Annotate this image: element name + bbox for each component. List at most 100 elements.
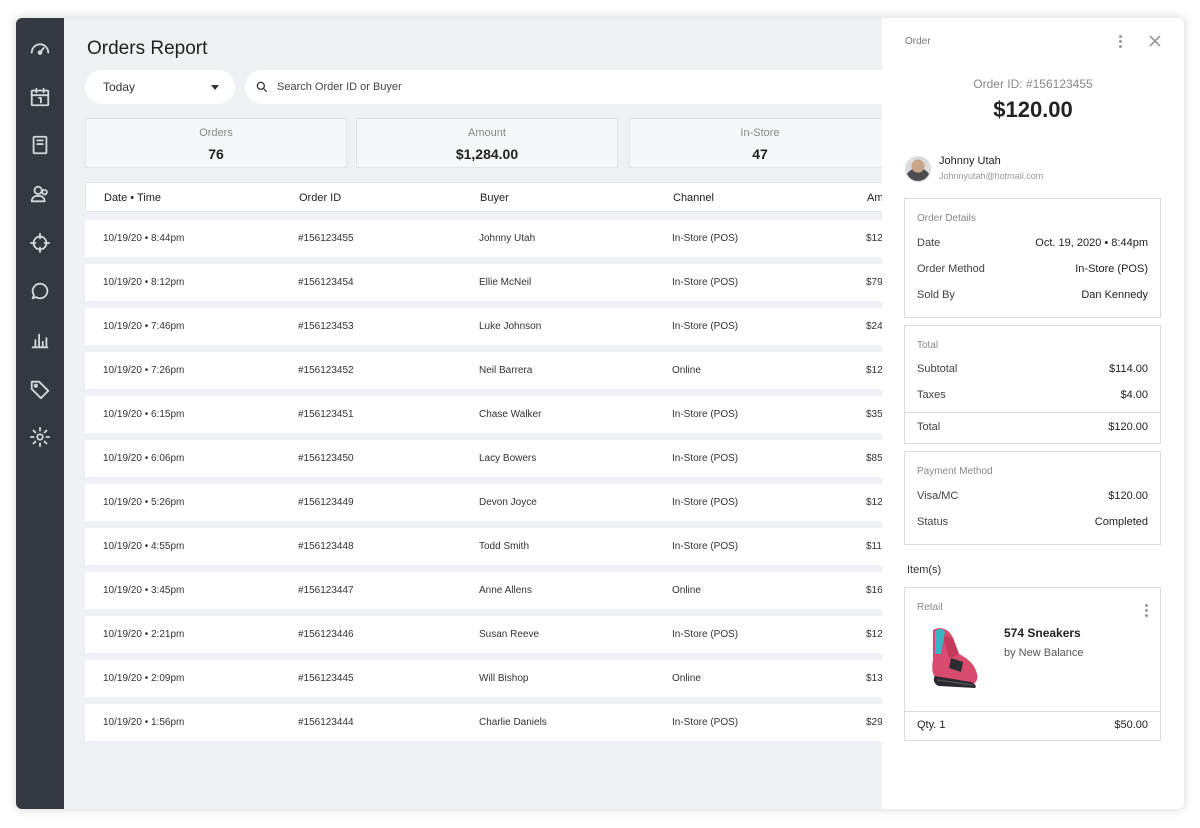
row-amount: $12 [866, 233, 882, 244]
table-row[interactable]: 10/19/20 • 4:55pm #156123448 Todd Smith … [85, 528, 882, 565]
row-datetime: 10/19/20 • 2:09pm [103, 673, 185, 684]
date-filter-value: Today [103, 80, 136, 94]
table-row[interactable]: 10/19/20 • 7:26pm #156123452 Neil Barrer… [85, 352, 882, 389]
row-datetime: 10/19/20 • 2:21pm [103, 629, 185, 640]
table-row[interactable]: 10/19/20 • 2:21pm #156123446 Susan Reeve… [85, 616, 882, 653]
row-amount: $12 [866, 365, 882, 376]
item-qty-row: Qty. 1 $50.00 [917, 719, 1148, 731]
search-bar[interactable] [245, 70, 882, 104]
order-detail-panel: Order Order ID: #156123455 $120.00 Johnn… [882, 18, 1184, 809]
payment-value: $120.00 [1108, 490, 1148, 502]
dashboard-icon[interactable] [28, 36, 52, 60]
total-label: Taxes [917, 389, 946, 401]
app-window: Orders Report Today Orders 76 Amount $1,… [16, 18, 1184, 809]
total-value: $120.00 [1108, 421, 1148, 433]
row-order-id: #156123445 [298, 673, 354, 684]
stat-value: $1,284.00 [455, 146, 519, 162]
sidebar [16, 18, 64, 809]
row-buyer: Susan Reeve [479, 629, 540, 640]
table-row[interactable]: 10/19/20 • 8:44pm #156123455 Johnny Utah… [85, 220, 882, 257]
payment-method-box: Payment Method Visa/MC $120.00 Status Co… [904, 451, 1161, 545]
panel-title: Order [905, 36, 931, 47]
page-title: Orders Report [87, 38, 208, 59]
table-row[interactable]: 10/19/20 • 6:06pm #156123450 Lacy Bowers… [85, 440, 882, 477]
detail-label: Sold By [917, 289, 955, 301]
table-row[interactable]: 10/19/20 • 2:09pm #156123445 Will Bishop… [85, 660, 882, 697]
crosshair-icon[interactable] [28, 231, 52, 255]
stat-label: Orders [199, 127, 233, 139]
row-order-id: #156123452 [298, 365, 354, 376]
row-order-id: #156123449 [298, 497, 354, 508]
column-header-channel[interactable]: Channel [673, 192, 714, 204]
divider [905, 412, 1160, 413]
row-channel: In-Store (POS) [672, 541, 739, 552]
close-icon[interactable] [1148, 34, 1162, 48]
section-heading: Order Details [917, 213, 976, 224]
stat-label: Amount [468, 127, 506, 139]
row-amount: $79 [866, 277, 882, 288]
detail-row-method: Order Method In-Store (POS) [917, 263, 1148, 275]
row-buyer: Will Bishop [479, 673, 529, 684]
detail-value: Oct. 19, 2020 • 8:44pm [1035, 237, 1148, 249]
buyer-name: Johnny Utah [939, 155, 1001, 167]
table-row[interactable]: 10/19/20 • 5:26pm #156123449 Devon Joyce… [85, 484, 882, 521]
buyer-email[interactable]: Johnnyutah@hotmail.com [939, 171, 1043, 181]
order-total: $120.00 [993, 97, 1073, 122]
row-buyer: Ellie McNeil [479, 277, 532, 288]
row-order-id: #156123444 [298, 717, 354, 728]
stat-label: In-Store [740, 127, 780, 139]
row-amount: $13 [866, 673, 882, 684]
bar-chart-icon[interactable] [28, 328, 52, 352]
section-heading: Payment Method [917, 466, 993, 477]
row-buyer: Anne Allens [479, 585, 532, 596]
users-icon[interactable] [28, 182, 52, 206]
row-buyer: Luke Johnson [479, 321, 542, 332]
chat-icon[interactable] [28, 279, 52, 303]
row-order-id: #156123453 [298, 321, 354, 332]
item-price: $50.00 [1114, 719, 1148, 731]
row-buyer: Chase Walker [479, 409, 542, 420]
column-header-amount[interactable]: Am [867, 192, 882, 204]
column-header-datetime[interactable]: Date • Time [104, 192, 161, 204]
payment-label: Status [917, 516, 949, 528]
row-datetime: 10/19/20 • 6:15pm [103, 409, 185, 420]
item-more-options-icon[interactable] [1143, 602, 1149, 618]
row-channel: In-Store (POS) [672, 453, 739, 464]
date-filter-select[interactable]: Today [85, 70, 235, 104]
item-card[interactable]: Retail 574 Sneakers by New Balance Qty. … [904, 587, 1161, 741]
stat-value: 76 [208, 146, 224, 162]
table-row[interactable]: 10/19/20 • 8:12pm #156123454 Ellie McNei… [85, 264, 882, 301]
table-row[interactable]: 10/19/20 • 6:15pm #156123451 Chase Walke… [85, 396, 882, 433]
divider [905, 711, 1160, 712]
row-order-id: #156123451 [298, 409, 354, 420]
detail-label: Order Method [917, 263, 985, 275]
tag-icon[interactable] [28, 377, 52, 401]
row-amount: $85 [866, 453, 882, 464]
row-channel: In-Store (POS) [672, 629, 739, 640]
row-order-id: #156123447 [298, 585, 354, 596]
row-channel: Online [672, 585, 701, 596]
more-options-icon[interactable] [1114, 32, 1126, 50]
total-row-total: Total $120.00 [917, 421, 1148, 433]
row-datetime: 10/19/20 • 7:46pm [103, 321, 185, 332]
table-row[interactable]: 10/19/20 • 7:46pm #156123453 Luke Johnso… [85, 308, 882, 345]
row-channel: In-Store (POS) [672, 321, 739, 332]
column-header-order-id[interactable]: Order ID [299, 192, 341, 204]
payment-label: Visa/MC [917, 490, 959, 502]
book-icon[interactable] [28, 133, 52, 157]
gear-icon[interactable] [28, 425, 52, 449]
row-channel: Online [672, 673, 701, 684]
search-input[interactable] [277, 81, 777, 93]
table-row[interactable]: 10/19/20 • 3:45pm #156123447 Anne Allens… [85, 572, 882, 609]
total-row-taxes: Taxes $4.00 [917, 389, 1148, 401]
table-row[interactable]: 10/19/20 • 1:56pm #156123444 Charlie Dan… [85, 704, 882, 741]
calendar-icon[interactable] [28, 85, 52, 109]
column-header-buyer[interactable]: Buyer [480, 192, 509, 204]
row-datetime: 10/19/20 • 7:26pm [103, 365, 185, 376]
row-channel: In-Store (POS) [672, 233, 739, 244]
total-value: $114.00 [1109, 363, 1148, 375]
row-buyer: Neil Barrera [479, 365, 533, 376]
row-datetime: 10/19/20 • 4:55pm [103, 541, 185, 552]
row-buyer: Charlie Daniels [479, 717, 547, 728]
item-quantity: Qty. 1 [917, 719, 946, 731]
